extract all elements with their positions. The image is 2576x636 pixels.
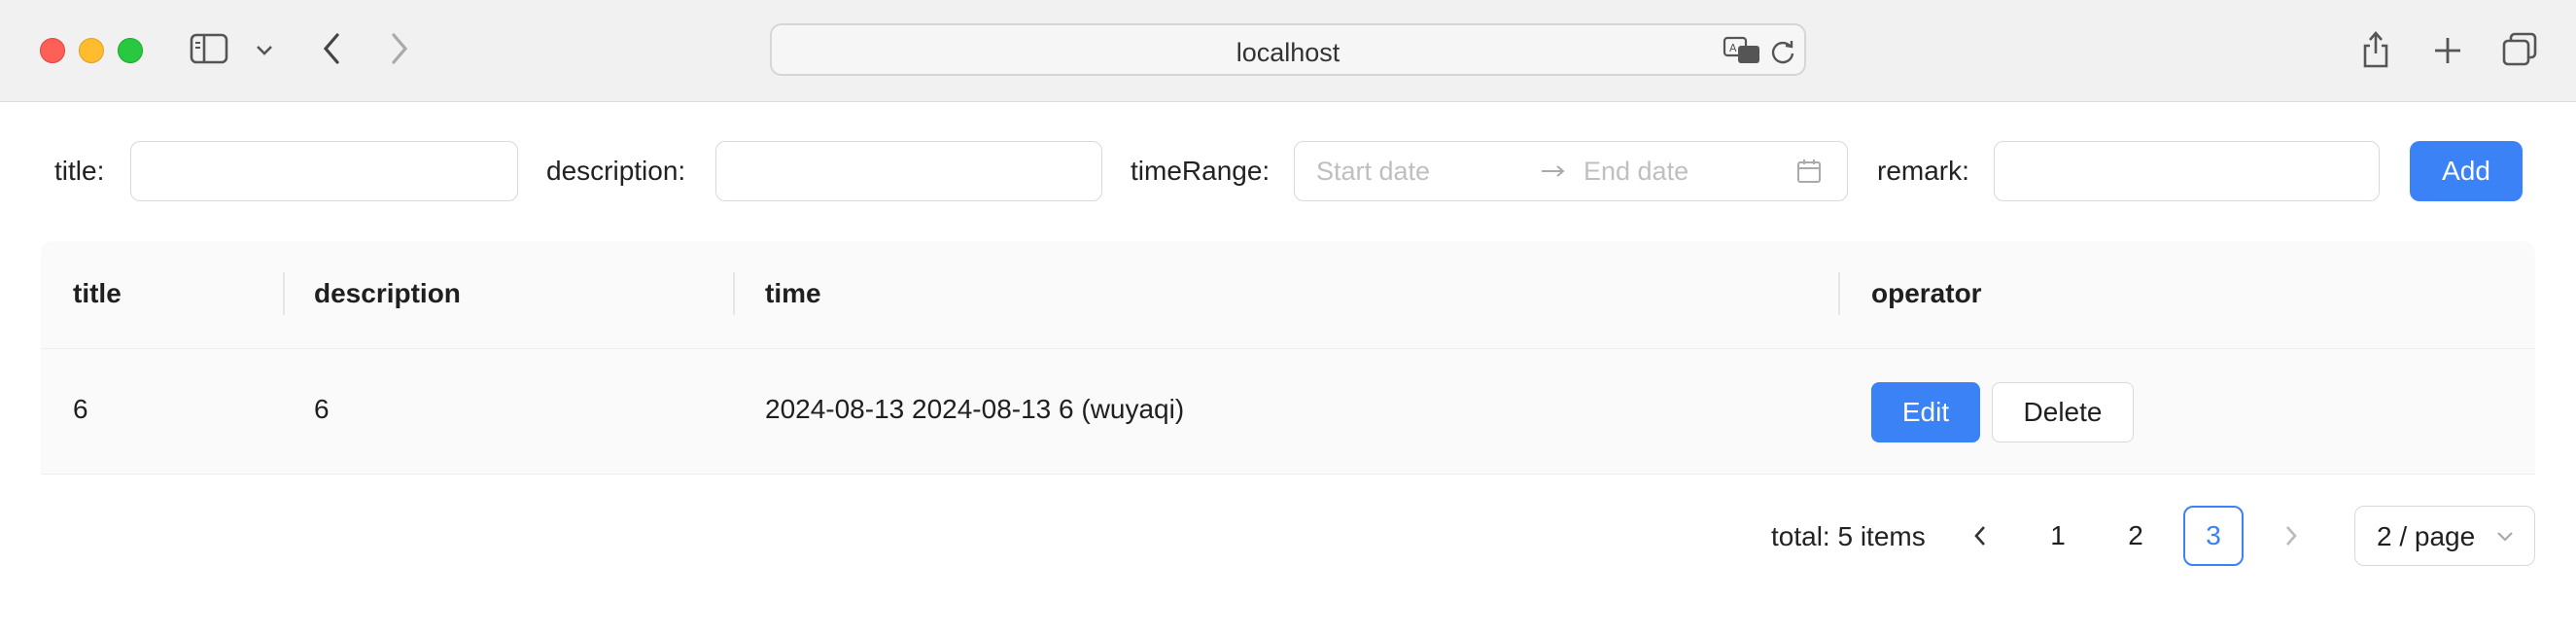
url-text: localhost [1236,38,1340,67]
plus-icon[interactable] [2430,33,2465,68]
cell-title: 6 [73,394,88,424]
svg-text:A: A [1729,42,1737,54]
cell-time: 2024-08-13 2024-08-13 6 (wuyaqi) [765,394,1185,424]
column-header-description: description [314,278,461,308]
description-input[interactable] [715,141,1102,201]
pagination-total: total: 5 items [1771,521,1926,551]
prev-page-button[interactable] [1950,506,2010,566]
column-header-time: time [765,278,821,308]
delete-button[interactable]: Delete [1992,382,2134,442]
chevron-down-icon [2497,532,2513,542]
arrow-right-icon [1538,159,1569,183]
remark-label: remark: [1877,156,1969,186]
zoom-window-button[interactable] [118,38,143,63]
chevron-left-icon [1974,526,1985,546]
start-date-input[interactable]: Start date [1316,157,1430,187]
share-icon[interactable] [2358,27,2393,72]
page-size-select[interactable]: 2 / page [2354,506,2535,566]
reload-icon[interactable] [1767,36,1798,67]
edit-button[interactable]: Edit [1871,382,1980,442]
page-size-value: 2 / page [2377,521,2476,551]
forward-icon[interactable] [385,29,414,68]
title-label: title: [54,156,105,186]
close-window-button[interactable] [40,38,65,63]
calendar-icon [1794,158,1824,185]
column-divider [283,272,285,315]
browser-toolbar: localhost A [0,0,2576,102]
cell-description: 6 [314,394,330,424]
address-bar[interactable]: localhost A [770,23,1806,76]
chevron-right-icon [2286,526,2297,546]
time-range-label: timeRange: [1131,156,1271,186]
column-divider [733,272,735,315]
column-divider [1838,272,1840,315]
table-header: title description time operator [41,241,2535,349]
column-header-title: title [73,278,122,308]
end-date-input[interactable]: End date [1584,157,1688,187]
chevron-down-icon[interactable] [251,39,278,62]
page-button-1[interactable]: 1 [2028,506,2088,566]
back-icon[interactable] [317,29,346,68]
add-button[interactable]: Add [2410,141,2523,201]
translate-icon[interactable]: A [1723,36,1761,65]
tabs-icon[interactable] [2500,31,2539,68]
minimize-window-button[interactable] [79,38,104,63]
next-page-button[interactable] [2261,506,2321,566]
column-header-operator: operator [1871,278,1982,308]
title-input[interactable] [130,141,518,201]
time-range-picker[interactable]: Start date End date [1294,141,1848,201]
description-label: description: [546,156,686,186]
sidebar-icon[interactable] [189,31,229,66]
table-row: 6 6 2024-08-13 2024-08-13 6 (wuyaqi) Edi… [41,349,2535,475]
remark-input[interactable] [1994,141,2380,201]
page-button-3[interactable]: 3 [2183,506,2244,566]
page-button-2[interactable]: 2 [2106,506,2166,566]
data-table: title description time operator 6 6 2024… [41,241,2535,475]
